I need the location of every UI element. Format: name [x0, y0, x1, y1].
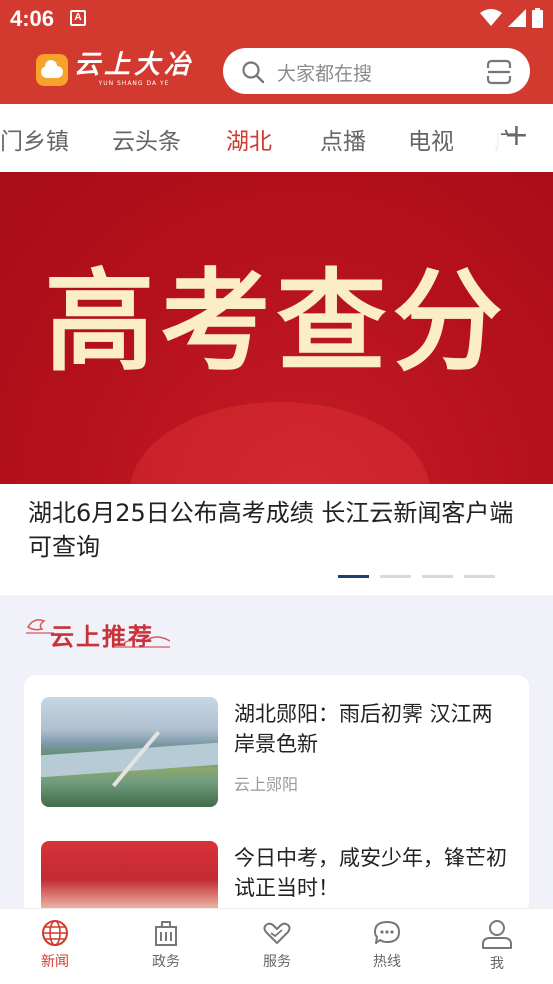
- news-thumbnail: [41, 841, 218, 915]
- bottom-nav: 新闻 政务 服务 热线 我: [0, 908, 553, 984]
- tab-tv[interactable]: 电视: [408, 122, 454, 156]
- tab-hubei[interactable]: 湖北: [226, 122, 272, 156]
- battery-icon: [532, 8, 543, 28]
- wifi-icon: [480, 9, 502, 26]
- news-title: 今日中考，咸安少年，锋芒初试正当时！: [234, 846, 507, 900]
- nav-label: 热线: [373, 954, 401, 970]
- nav-government[interactable]: 政务: [126, 919, 206, 971]
- nav-hotline[interactable]: 热线: [347, 919, 427, 971]
- building-icon: [155, 921, 177, 946]
- nav-label: 服务: [263, 954, 291, 970]
- recommend-section: 云上推荐 湖北郧阳：雨后初霁 汉江两岸景色新 云上郧阳 今日中考，咸安少年，锋芒…: [0, 595, 553, 915]
- nav-label: 新闻: [41, 954, 69, 970]
- search-bar[interactable]: 大家都在搜: [223, 48, 530, 94]
- recommend-title: 云上推荐: [50, 622, 154, 651]
- recommend-card: 湖北郧阳：雨后初霁 汉江两岸景色新 云上郧阳 今日中考，咸安少年，锋芒初试正当时…: [24, 675, 529, 915]
- search-input[interactable]: 大家都在搜: [277, 59, 372, 86]
- news-item[interactable]: 湖北郧阳：雨后初霁 汉江两岸景色新 云上郧阳: [41, 697, 511, 807]
- carousel-dot[interactable]: [380, 575, 411, 578]
- news-title: 湖北郧阳：雨后初霁 汉江两岸景色新: [234, 702, 493, 756]
- header: 4:06 A 云上大冶 YUN SHANG DA YE 大家都在搜: [0, 0, 553, 104]
- logo-subtitle: YUN SHANG DA YE: [98, 80, 170, 87]
- nav-me[interactable]: 我: [457, 919, 537, 973]
- app-bar: 云上大冶 YUN SHANG DA YE 大家都在搜: [0, 36, 553, 104]
- globe-icon: [42, 920, 68, 946]
- search-icon: [242, 61, 265, 84]
- news-source: 云上郧阳: [234, 775, 299, 794]
- channel-tabs: 门乡镇 云头条 湖北 点播 电视 广 +: [0, 104, 553, 172]
- chat-bubble-icon: [374, 921, 400, 944]
- tab-township[interactable]: 门乡镇: [0, 122, 69, 156]
- nav-news[interactable]: 新闻: [15, 919, 95, 971]
- heart-hands-icon: [263, 922, 291, 944]
- banner-caption[interactable]: 湖北6月25日公布高考成绩 长江云新闻客户端可查询: [28, 496, 528, 564]
- notification-badge-icon: A: [70, 10, 86, 26]
- banner-image[interactable]: 高考查分: [0, 172, 553, 484]
- tab-headlines[interactable]: 云头条: [112, 122, 181, 156]
- status-time: 4:06: [10, 6, 55, 31]
- status-icons: [480, 8, 543, 28]
- nav-label: 政务: [152, 954, 180, 970]
- carousel-indicator: [338, 575, 495, 578]
- logo-cloud-icon: [36, 54, 68, 86]
- tab-vod[interactable]: 点播: [320, 122, 366, 156]
- carousel-dot[interactable]: [338, 575, 369, 578]
- carousel-dot[interactable]: [464, 575, 495, 578]
- scan-icon[interactable]: [486, 59, 512, 85]
- banner-headline: 高考查分: [44, 258, 509, 386]
- news-item[interactable]: 今日中考，咸安少年，锋芒初试正当时！: [41, 841, 511, 915]
- logo-title: 云上大冶: [74, 50, 195, 80]
- person-icon: [482, 920, 512, 949]
- app-logo[interactable]: 云上大冶 YUN SHANG DA YE: [36, 52, 194, 88]
- carousel-dot[interactable]: [422, 575, 453, 578]
- news-thumbnail: [41, 697, 218, 807]
- nav-services[interactable]: 服务: [237, 919, 317, 971]
- nav-label: 我: [490, 956, 504, 972]
- status-bar: 4:06 A: [0, 0, 553, 36]
- add-channel-button[interactable]: +: [504, 121, 529, 151]
- signal-icon: [508, 9, 526, 27]
